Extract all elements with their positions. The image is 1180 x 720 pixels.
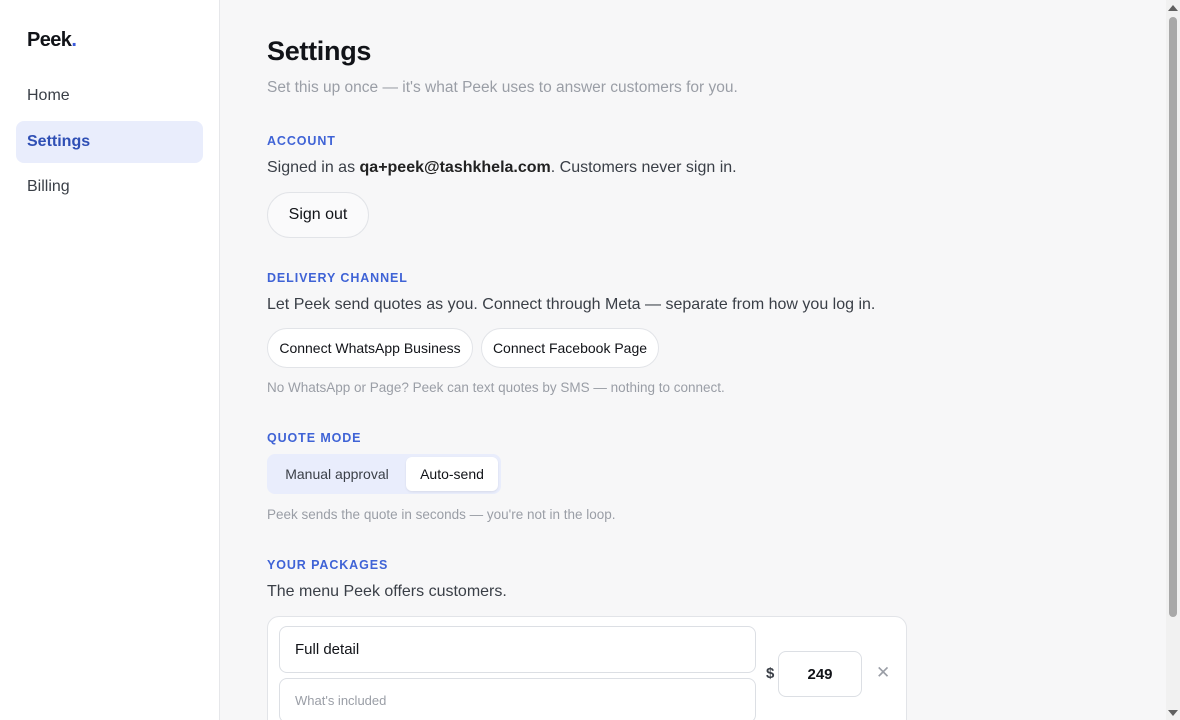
account-signed-in-text: Signed in as qa+peek@tashkhela.com. Cust… <box>267 159 737 176</box>
page-subtitle: Set this up once — it's what Peek uses t… <box>267 79 738 96</box>
scroll-up-arrow-icon[interactable] <box>1168 5 1178 11</box>
quote-mode-toggle: Manual approval Auto-send <box>267 454 501 494</box>
section-label-account: ACCOUNT <box>267 134 336 148</box>
package-details-input[interactable] <box>279 678 756 720</box>
account-email: qa+peek@tashkhela.com <box>359 159 551 176</box>
package-card: $ ✕ <box>267 616 907 720</box>
sidebar-item-settings[interactable]: Settings <box>16 121 203 163</box>
package-price-input[interactable] <box>778 651 862 697</box>
page-scrollbar[interactable] <box>1166 0 1180 720</box>
section-label-quote-mode: QUOTE MODE <box>267 431 362 445</box>
sidebar-item-home[interactable]: Home <box>16 75 203 117</box>
page-title: Settings <box>267 36 372 66</box>
quote-mode-hint: Peek sends the quote in seconds — you're… <box>267 507 616 522</box>
connect-whatsapp-button[interactable]: Connect WhatsApp Business <box>267 328 473 368</box>
section-label-delivery-channel: DELIVERY CHANNEL <box>267 271 408 285</box>
delivery-description: Let Peek send quotes as you. Connect thr… <box>267 296 876 313</box>
connect-facebook-button[interactable]: Connect Facebook Page <box>481 328 659 368</box>
currency-symbol: $ <box>766 665 775 682</box>
package-name-input[interactable] <box>279 626 756 673</box>
quote-mode-auto-send[interactable]: Auto-send <box>406 457 498 491</box>
remove-package-icon[interactable]: ✕ <box>876 663 890 683</box>
scrollbar-thumb[interactable] <box>1169 17 1177 617</box>
sidebar-item-billing[interactable]: Billing <box>16 166 203 208</box>
quote-mode-manual-approval[interactable]: Manual approval <box>271 457 403 491</box>
sign-out-button[interactable]: Sign out <box>267 192 369 238</box>
section-label-packages: YOUR PACKAGES <box>267 558 389 572</box>
settings-main: Settings Set this up once — it's what Pe… <box>221 0 1166 720</box>
packages-description: The menu Peek offers customers. <box>267 583 507 600</box>
brand-logo[interactable]: Peek. <box>27 29 77 52</box>
delivery-hint: No WhatsApp or Page? Peek can text quote… <box>267 380 725 395</box>
sidebar: Peek. Home Settings Billing <box>0 0 220 720</box>
scroll-down-arrow-icon[interactable] <box>1168 710 1178 716</box>
